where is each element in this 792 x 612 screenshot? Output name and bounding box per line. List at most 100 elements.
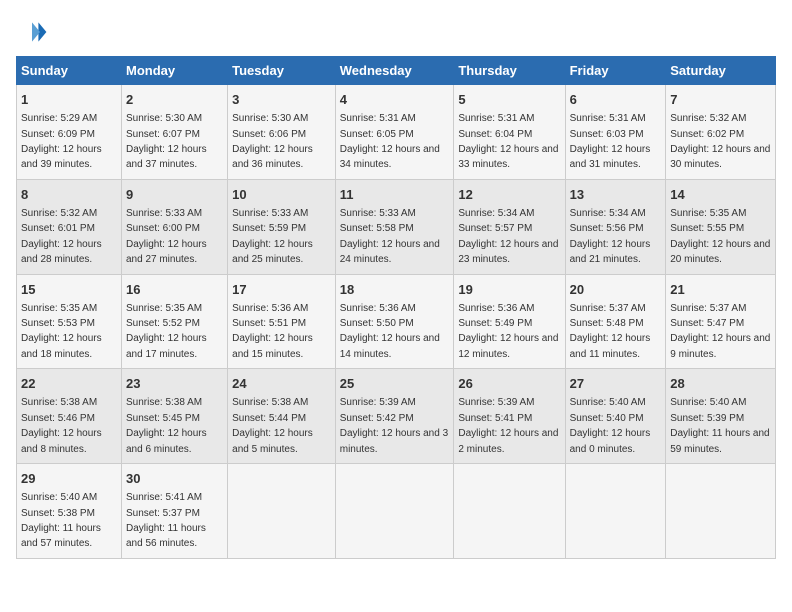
calendar-cell: 1 Sunrise: 5:29 AM Sunset: 6:09 PM Dayli… [17,85,122,180]
day-number: 29 [21,470,117,488]
day-sunset: Sunset: 5:47 PM [670,318,744,329]
day-number: 20 [570,281,662,299]
day-daylight: Daylight: 12 hours and 18 minutes. [21,333,102,359]
day-sunset: Sunset: 5:41 PM [458,413,532,424]
day-number: 22 [21,375,117,393]
day-number: 2 [126,91,223,109]
calendar-cell: 26 Sunrise: 5:39 AM Sunset: 5:41 PM Dayl… [454,369,565,464]
calendar-cell: 8 Sunrise: 5:32 AM Sunset: 6:01 PM Dayli… [17,179,122,274]
calendar-cell: 24 Sunrise: 5:38 AM Sunset: 5:44 PM Dayl… [228,369,336,464]
weekday-header-thursday: Thursday [454,57,565,85]
day-number: 6 [570,91,662,109]
calendar-cell: 7 Sunrise: 5:32 AM Sunset: 6:02 PM Dayli… [666,85,776,180]
calendar-cell: 22 Sunrise: 5:38 AM Sunset: 5:46 PM Dayl… [17,369,122,464]
day-number: 1 [21,91,117,109]
day-daylight: Daylight: 12 hours and 12 minutes. [458,333,558,359]
calendar-cell: 15 Sunrise: 5:35 AM Sunset: 5:53 PM Dayl… [17,274,122,369]
calendar-cell: 18 Sunrise: 5:36 AM Sunset: 5:50 PM Dayl… [335,274,454,369]
day-daylight: Daylight: 12 hours and 8 minutes. [21,428,102,454]
day-number: 5 [458,91,560,109]
day-daylight: Daylight: 12 hours and 34 minutes. [340,144,440,170]
day-sunset: Sunset: 6:02 PM [670,129,744,140]
day-sunset: Sunset: 5:49 PM [458,318,532,329]
day-sunrise: Sunrise: 5:32 AM [21,208,97,219]
day-sunset: Sunset: 6:04 PM [458,129,532,140]
calendar-cell: 27 Sunrise: 5:40 AM Sunset: 5:40 PM Dayl… [565,369,666,464]
day-sunset: Sunset: 5:44 PM [232,413,306,424]
day-daylight: Daylight: 12 hours and 3 minutes. [340,428,448,454]
calendar-week-4: 22 Sunrise: 5:38 AM Sunset: 5:46 PM Dayl… [17,369,776,464]
calendar-cell: 4 Sunrise: 5:31 AM Sunset: 6:05 PM Dayli… [335,85,454,180]
logo-icon [16,16,48,48]
day-daylight: Daylight: 12 hours and 25 minutes. [232,239,313,265]
day-sunset: Sunset: 5:58 PM [340,223,414,234]
weekday-header-wednesday: Wednesday [335,57,454,85]
day-daylight: Daylight: 12 hours and 39 minutes. [21,144,102,170]
day-sunrise: Sunrise: 5:38 AM [232,397,308,408]
day-daylight: Daylight: 12 hours and 20 minutes. [670,239,770,265]
day-sunrise: Sunrise: 5:33 AM [340,208,416,219]
day-daylight: Daylight: 12 hours and 17 minutes. [126,333,207,359]
calendar-cell: 6 Sunrise: 5:31 AM Sunset: 6:03 PM Dayli… [565,85,666,180]
day-number: 21 [670,281,771,299]
day-sunset: Sunset: 5:53 PM [21,318,95,329]
weekday-header-saturday: Saturday [666,57,776,85]
day-sunset: Sunset: 5:48 PM [570,318,644,329]
calendar-cell: 21 Sunrise: 5:37 AM Sunset: 5:47 PM Dayl… [666,274,776,369]
calendar-cell: 29 Sunrise: 5:40 AM Sunset: 5:38 PM Dayl… [17,464,122,559]
calendar-cell: 23 Sunrise: 5:38 AM Sunset: 5:45 PM Dayl… [121,369,227,464]
calendar-cell: 20 Sunrise: 5:37 AM Sunset: 5:48 PM Dayl… [565,274,666,369]
calendar-week-5: 29 Sunrise: 5:40 AM Sunset: 5:38 PM Dayl… [17,464,776,559]
day-number: 27 [570,375,662,393]
day-number: 14 [670,186,771,204]
calendar-cell: 11 Sunrise: 5:33 AM Sunset: 5:58 PM Dayl… [335,179,454,274]
calendar-table: SundayMondayTuesdayWednesdayThursdayFrid… [16,56,776,559]
calendar-cell: 5 Sunrise: 5:31 AM Sunset: 6:04 PM Dayli… [454,85,565,180]
calendar-week-2: 8 Sunrise: 5:32 AM Sunset: 6:01 PM Dayli… [17,179,776,274]
day-sunset: Sunset: 6:06 PM [232,129,306,140]
day-daylight: Daylight: 12 hours and 31 minutes. [570,144,651,170]
day-sunrise: Sunrise: 5:31 AM [570,113,646,124]
day-number: 3 [232,91,331,109]
day-daylight: Daylight: 12 hours and 37 minutes. [126,144,207,170]
day-sunrise: Sunrise: 5:40 AM [670,397,746,408]
day-sunrise: Sunrise: 5:33 AM [232,208,308,219]
calendar-cell: 13 Sunrise: 5:34 AM Sunset: 5:56 PM Dayl… [565,179,666,274]
day-daylight: Daylight: 12 hours and 24 minutes. [340,239,440,265]
day-sunrise: Sunrise: 5:34 AM [570,208,646,219]
day-number: 18 [340,281,450,299]
calendar-cell: 30 Sunrise: 5:41 AM Sunset: 5:37 PM Dayl… [121,464,227,559]
day-sunrise: Sunrise: 5:31 AM [458,113,534,124]
calendar-cell: 16 Sunrise: 5:35 AM Sunset: 5:52 PM Dayl… [121,274,227,369]
day-sunset: Sunset: 5:57 PM [458,223,532,234]
day-sunset: Sunset: 5:38 PM [21,508,95,519]
day-number: 26 [458,375,560,393]
day-daylight: Daylight: 12 hours and 2 minutes. [458,428,558,454]
calendar-cell [228,464,336,559]
calendar-cell: 14 Sunrise: 5:35 AM Sunset: 5:55 PM Dayl… [666,179,776,274]
day-sunset: Sunset: 5:45 PM [126,413,200,424]
day-sunset: Sunset: 5:50 PM [340,318,414,329]
day-sunrise: Sunrise: 5:39 AM [340,397,416,408]
calendar-cell [454,464,565,559]
day-sunset: Sunset: 6:09 PM [21,129,95,140]
day-number: 30 [126,470,223,488]
day-number: 10 [232,186,331,204]
day-sunrise: Sunrise: 5:36 AM [458,303,534,314]
day-number: 24 [232,375,331,393]
day-daylight: Daylight: 12 hours and 6 minutes. [126,428,207,454]
day-sunrise: Sunrise: 5:37 AM [570,303,646,314]
calendar-week-1: 1 Sunrise: 5:29 AM Sunset: 6:09 PM Dayli… [17,85,776,180]
day-sunrise: Sunrise: 5:29 AM [21,113,97,124]
day-sunrise: Sunrise: 5:36 AM [340,303,416,314]
header [16,16,776,48]
day-number: 25 [340,375,450,393]
day-sunrise: Sunrise: 5:35 AM [126,303,202,314]
day-sunset: Sunset: 6:07 PM [126,129,200,140]
calendar-cell: 10 Sunrise: 5:33 AM Sunset: 5:59 PM Dayl… [228,179,336,274]
day-sunrise: Sunrise: 5:33 AM [126,208,202,219]
day-number: 7 [670,91,771,109]
weekday-header-sunday: Sunday [17,57,122,85]
day-daylight: Daylight: 12 hours and 27 minutes. [126,239,207,265]
calendar-cell: 25 Sunrise: 5:39 AM Sunset: 5:42 PM Dayl… [335,369,454,464]
